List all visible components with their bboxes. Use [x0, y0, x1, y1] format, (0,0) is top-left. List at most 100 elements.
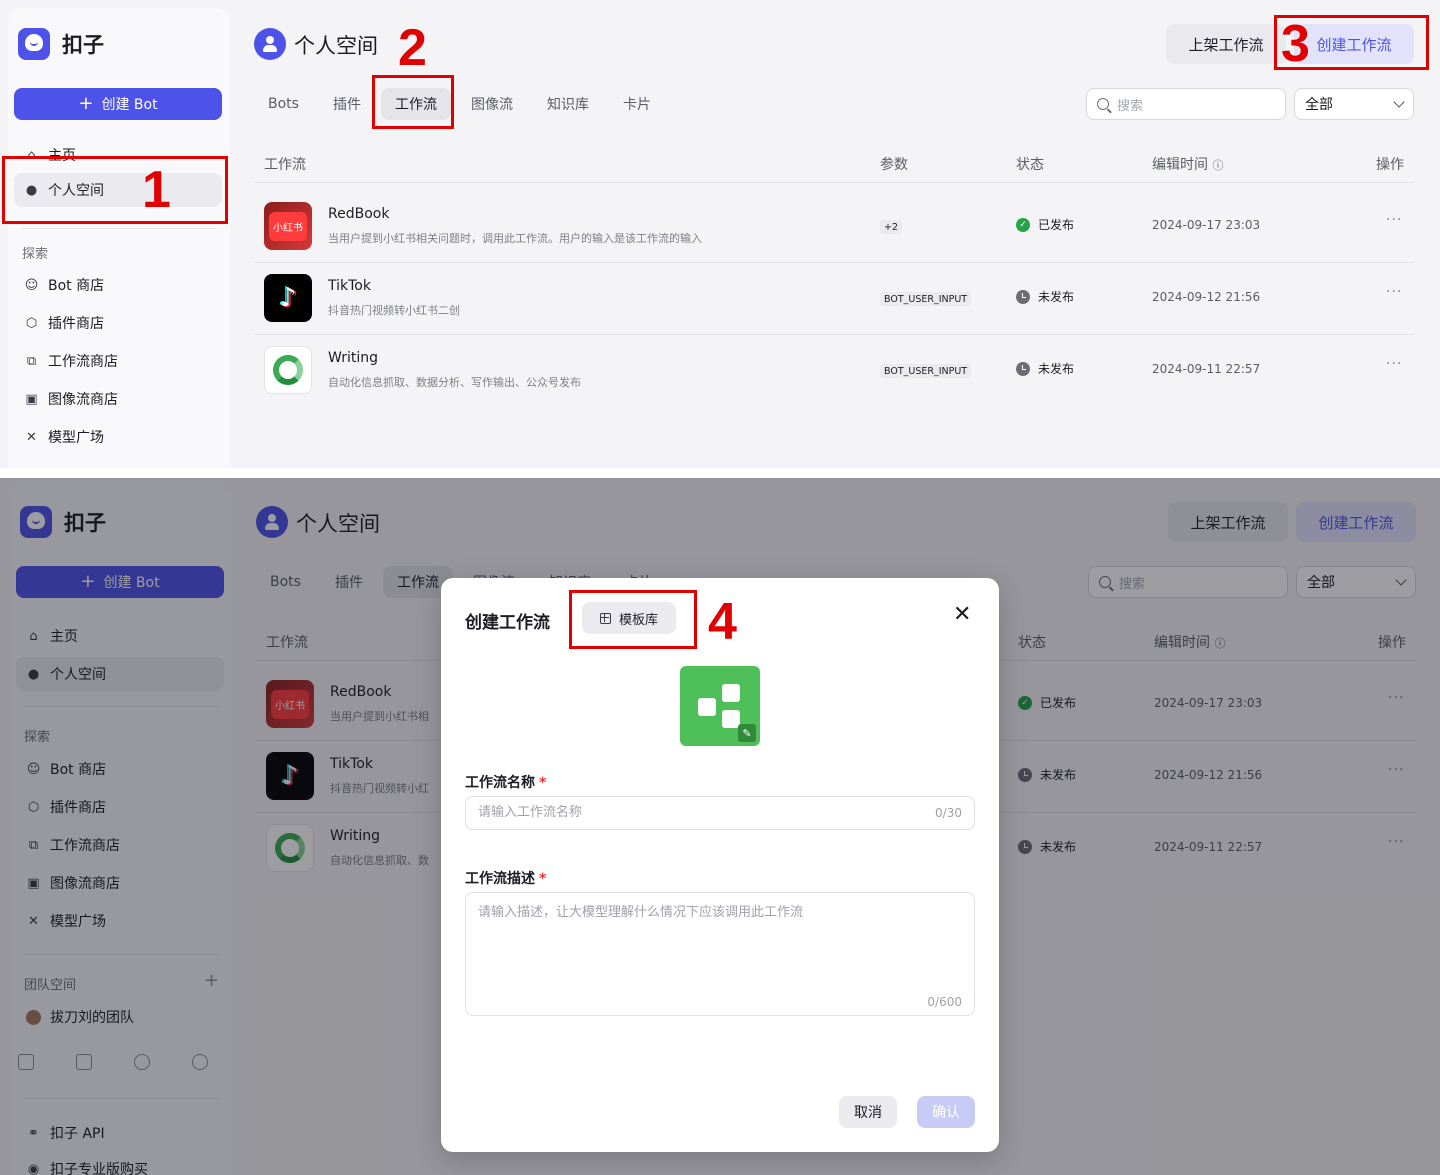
more-actions-icon[interactable]: ···: [1386, 212, 1402, 228]
annotation-box-4: [569, 590, 697, 649]
column-header-status: 状态: [1016, 157, 1044, 173]
required-mark: *: [539, 775, 547, 791]
explore-section-label: 探索: [22, 247, 49, 262]
column-header-params: 参数: [880, 157, 908, 173]
tab-image-flows[interactable]: 图像流: [457, 88, 527, 120]
status-badge: ✓ 已发布: [1016, 216, 1074, 233]
workflow-desc-textarea[interactable]: 请输入描述，让大模型理解什么情况下应该调用此工作流 0/600: [465, 892, 975, 1016]
name-counter: 0/30: [935, 806, 962, 820]
workflow-name: Writing: [328, 350, 378, 366]
edited-header-label: 编辑时间: [1152, 157, 1208, 173]
param-badge: +2: [880, 220, 903, 234]
page-title: 个人空间: [294, 34, 378, 58]
tab-knowledge[interactable]: 知识库: [533, 88, 603, 120]
node-block: [722, 684, 740, 702]
coze-logo-icon: [18, 28, 50, 60]
info-icon: ⓘ: [1212, 159, 1224, 172]
annotation-number-3: 3: [1281, 15, 1310, 73]
tab-bar: Bots 插件 工作流 图像流 知识库 卡片: [254, 88, 665, 120]
edited-time: 2024-09-17 23:03: [1152, 218, 1261, 232]
cube-icon: ⬡: [25, 315, 38, 331]
sidebar-item-model-square[interactable]: ✕ 模型广场: [14, 420, 222, 454]
edited-time: 2024-09-11 22:57: [1152, 362, 1261, 376]
writing-icon: [264, 346, 312, 394]
column-header-actions: 操作: [1376, 157, 1404, 173]
clock-icon: [1016, 289, 1030, 304]
sidebar-item-label: 模型广场: [48, 430, 104, 446]
workflow-icon: ⧉: [26, 353, 37, 369]
search-input[interactable]: 搜索: [1086, 88, 1286, 120]
bot-store-icon: ☺: [24, 277, 39, 293]
tab-bots[interactable]: Bots: [254, 88, 313, 120]
workflow-name-input[interactable]: 请输入工作流名称 0/30: [465, 796, 975, 830]
required-mark: *: [539, 871, 547, 887]
sidebar-item-bot-store[interactable]: ☺ Bot 商店: [14, 268, 222, 302]
confirm-button[interactable]: 确认: [917, 1096, 975, 1128]
image-icon: ▣: [25, 391, 38, 407]
sidebar-item-label: Bot 商店: [48, 278, 105, 294]
status-label: 未发布: [1038, 362, 1075, 376]
desc-placeholder: 请输入描述，让大模型理解什么情况下应该调用此工作流: [478, 905, 804, 920]
logo-text: 扣子: [62, 33, 104, 57]
sidebar-item-workflow-store[interactable]: ⧉ 工作流商店: [14, 344, 222, 378]
table-row[interactable]: 小红书 RedBook 当用户提到小红书相关问题时，调用此工作流。用户的输入是该…: [254, 190, 1414, 262]
redbook-icon-label: 小红书: [269, 211, 307, 241]
filter-value: 全部: [1305, 97, 1333, 113]
workflow-desc: 当用户提到小红书相关问题时，调用此工作流。用户的输入是该工作流的输入: [328, 232, 702, 245]
sidebar: 扣子 + 创建 Bot ⌂ 主页 ● 个人空间 探索 ☺ Bot 商店 ⬡ 插件…: [8, 8, 230, 468]
search-placeholder: 搜索: [1117, 98, 1144, 114]
workflow-avatar-icon[interactable]: ✎: [680, 666, 760, 746]
avatar: [254, 28, 286, 60]
more-actions-icon[interactable]: ···: [1386, 356, 1402, 372]
annotation-number-1: 1: [142, 161, 171, 219]
clock-icon: [1016, 361, 1030, 376]
status-label: 已发布: [1038, 218, 1075, 232]
model-icon: ✕: [26, 429, 37, 445]
sidebar-item-plugin-store[interactable]: ⬡ 插件商店: [14, 306, 222, 340]
logo[interactable]: 扣子: [18, 28, 104, 60]
table-row[interactable]: Writing 自动化信息抓取、数据分析、写作输出、公众号发布 BOT_USER…: [254, 334, 1414, 406]
status-filter-select[interactable]: 全部: [1294, 88, 1414, 120]
tab-cards[interactable]: 卡片: [609, 88, 665, 120]
tab-plugins[interactable]: 插件: [319, 88, 375, 120]
annotation-number-4: 4: [708, 593, 737, 651]
table-row[interactable]: ♪ TikTok 抖音热门视频转小红书二创 BOT_USER_INPUT 未发布…: [254, 262, 1414, 334]
param-badge: BOT_USER_INPUT: [880, 364, 972, 378]
publish-workflow-button[interactable]: 上架工作流: [1166, 24, 1286, 64]
bottom-screenshot: 扣子 + 创建 Bot ⌂ 主页 ● 个人空间 探索 ☺ Bot 商店 ⬡ 插件…: [0, 478, 1440, 1175]
workflow-name: RedBook: [328, 206, 390, 222]
workflow-desc: 自动化信息抓取、数据分析、写作输出、公众号发布: [328, 376, 581, 389]
redbook-icon: 小红书: [264, 202, 312, 250]
column-header-edited: 编辑时间 ⓘ: [1152, 154, 1223, 174]
status-badge: 未发布: [1016, 288, 1074, 305]
top-screenshot: 扣子 + 创建 Bot ⌂ 主页 ● 个人空间 探索 ☺ Bot 商店 ⬡ 插件…: [0, 0, 1440, 468]
create-workflow-dialog: 创建工作流 模板库 ✕ ✎ 工作流名称 * 请输入工作流名称 0/30 工作流描述…: [441, 578, 999, 1152]
edit-icon[interactable]: ✎: [738, 724, 756, 742]
workflow-desc: 抖音热门视频转小红书二创: [328, 304, 460, 317]
edited-time: 2024-09-12 21:56: [1152, 290, 1261, 304]
check-circle-icon: ✓: [1016, 217, 1030, 232]
name-label-text: 工作流名称: [465, 775, 535, 791]
sidebar-item-label: 工作流商店: [48, 354, 118, 370]
status-badge: 未发布: [1016, 360, 1074, 377]
sidebar-item-image-flow-store[interactable]: ▣ 图像流商店: [14, 382, 222, 416]
more-actions-icon[interactable]: ···: [1386, 284, 1402, 300]
cancel-button[interactable]: 取消: [839, 1096, 897, 1128]
chevron-down-icon: [1393, 96, 1405, 108]
create-bot-button[interactable]: + 创建 Bot: [14, 88, 222, 120]
close-icon[interactable]: ✕: [953, 602, 971, 627]
create-bot-label: 创建 Bot: [101, 97, 158, 113]
table-divider: [254, 182, 1414, 183]
tiktok-icon: ♪: [264, 274, 312, 322]
name-placeholder: 请输入工作流名称: [478, 805, 583, 820]
sidebar-item-label: 图像流商店: [48, 392, 118, 408]
name-field-label: 工作流名称 *: [465, 772, 546, 792]
param-badge: BOT_USER_INPUT: [880, 292, 972, 306]
search-icon: [1097, 98, 1109, 110]
annotation-box-2: [372, 75, 454, 129]
annotation-box-1: [2, 156, 228, 224]
status-label: 未发布: [1038, 290, 1075, 304]
column-header-workflow: 工作流: [264, 157, 306, 173]
separator: [0, 468, 1440, 478]
annotation-number-2: 2: [398, 19, 427, 77]
